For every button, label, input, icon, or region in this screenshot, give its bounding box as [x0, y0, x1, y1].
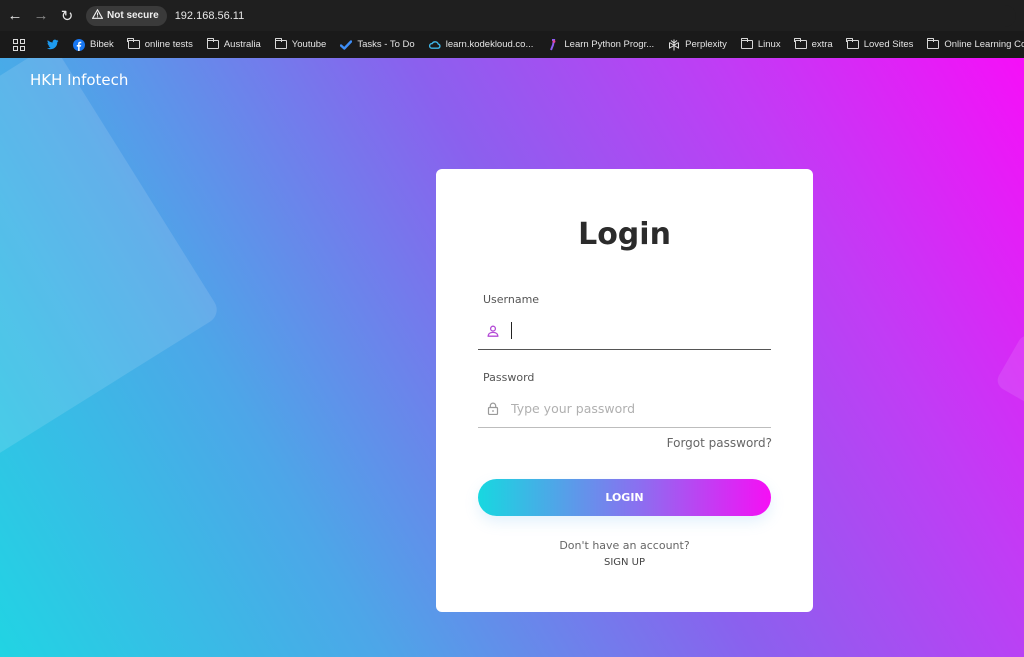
login-card: Login Username Password Forgot password?… — [436, 169, 813, 612]
forward-icon[interactable]: → — [30, 5, 52, 27]
bookmark-label: Bibek — [90, 39, 114, 50]
bookmark-folder[interactable]: extra — [788, 34, 840, 56]
twitter-icon — [47, 39, 59, 51]
python-icon — [547, 38, 559, 51]
text-cursor — [511, 322, 512, 339]
address-bar[interactable]: Not secure 192.168.56.11 — [86, 4, 1016, 27]
bookmark-label: Learn Python Progr... — [564, 39, 655, 50]
user-icon — [486, 324, 500, 338]
reload-icon[interactable]: ↻ — [56, 5, 78, 27]
browser-toolbar: ← → ↻ Not secure 192.168.56.11 — [0, 0, 1024, 31]
password-label: Password — [483, 371, 535, 384]
bookmark-folder[interactable]: online tests — [121, 34, 200, 56]
perplexity-icon — [668, 39, 680, 51]
bookmark-folder[interactable]: Youtube — [268, 34, 334, 56]
back-icon[interactable]: ← — [4, 5, 26, 27]
bookmarks-bar: Bibek online tests Australia Youtube Tas… — [0, 31, 1024, 58]
bookmark-folder[interactable]: Loved Sites — [840, 34, 921, 56]
username-field[interactable] — [478, 312, 771, 350]
security-label: Not secure — [107, 10, 159, 21]
folder-icon — [206, 37, 219, 51]
apps-grid-icon — [13, 38, 25, 51]
bookmark-folder[interactable]: Linux — [734, 34, 788, 56]
bookmark-label: extra — [811, 39, 833, 50]
bookmark-label: Loved Sites — [863, 39, 914, 50]
bookmark-label: Youtube — [291, 39, 327, 50]
lock-icon — [486, 402, 500, 416]
brand-logo[interactable]: HKH Infotech — [30, 71, 128, 89]
bookmark-item[interactable]: Learn Python Progr... — [540, 34, 661, 56]
todo-check-icon — [340, 39, 353, 51]
bookmark-item[interactable]: Perplexity — [661, 34, 734, 56]
decorative-shape — [994, 332, 1024, 414]
bookmark-label: Tasks - To Do — [357, 39, 415, 50]
bookmark-label: Online Learning Co... — [944, 39, 1024, 50]
password-input[interactable] — [511, 401, 751, 416]
bookmark-label: online tests — [144, 39, 193, 50]
warning-icon — [91, 8, 104, 22]
bookmark-item[interactable]: Tasks - To Do — [333, 34, 421, 56]
folder-icon — [740, 37, 753, 51]
bookmark-item[interactable]: Bibek — [66, 34, 121, 56]
username-label: Username — [483, 293, 540, 306]
forgot-password-link[interactable]: Forgot password? — [667, 436, 772, 450]
folder-icon — [274, 37, 287, 51]
bookmark-folder[interactable]: Online Learning Co... — [920, 34, 1024, 56]
bookmark-label: Perplexity — [685, 39, 727, 50]
login-button[interactable]: LOGIN — [478, 479, 771, 516]
url-text[interactable]: 192.168.56.11 — [175, 10, 245, 22]
apps-button[interactable] — [6, 34, 32, 56]
facebook-icon — [73, 38, 85, 51]
signup-link[interactable]: SIGN UP — [436, 557, 813, 568]
bookmark-twitter[interactable] — [40, 34, 66, 56]
page-background: HKH Infotech Login Username Password For… — [0, 58, 1024, 657]
kodekloud-icon — [428, 39, 441, 51]
bookmark-item[interactable]: learn.kodekloud.co... — [422, 34, 541, 56]
folder-icon — [794, 37, 807, 51]
decorative-shape — [0, 58, 222, 474]
bookmark-label: Australia — [223, 39, 261, 50]
folder-icon — [127, 37, 140, 51]
password-field[interactable] — [478, 390, 771, 428]
security-indicator[interactable]: Not secure — [86, 5, 167, 26]
folder-icon — [846, 37, 859, 51]
bookmark-folder[interactable]: Australia — [200, 34, 268, 56]
no-account-text: Don't have an account? — [559, 539, 690, 552]
bookmark-label: Linux — [757, 39, 781, 50]
login-title: Login — [578, 217, 671, 252]
folder-icon — [927, 37, 940, 51]
bookmark-label: learn.kodekloud.co... — [445, 39, 534, 50]
